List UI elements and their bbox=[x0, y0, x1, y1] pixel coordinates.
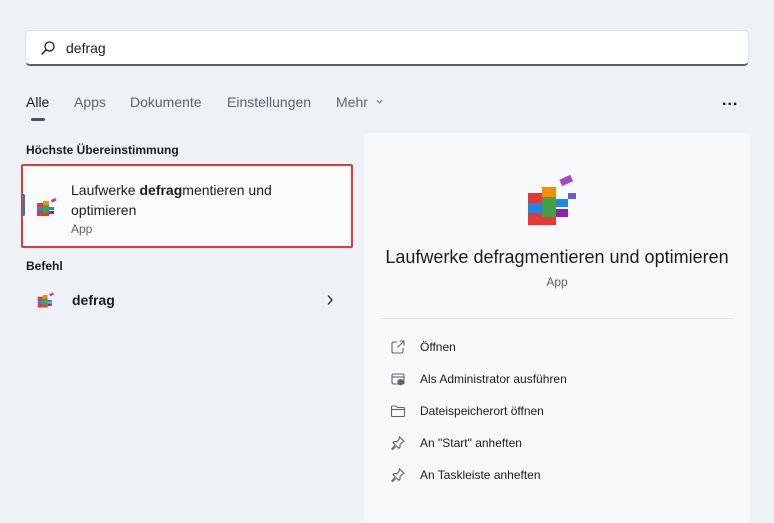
best-match-header: Höchste Übereinstimmung bbox=[26, 143, 179, 157]
command-result-defrag[interactable]: defrag bbox=[26, 284, 348, 316]
title-highlight: defrag bbox=[139, 182, 183, 198]
selection-accent bbox=[22, 194, 25, 216]
defrag-app-icon bbox=[37, 292, 54, 308]
defrag-app-icon bbox=[37, 197, 57, 216]
active-tab-indicator bbox=[31, 118, 45, 121]
tab-apps[interactable]: Apps bbox=[74, 94, 106, 110]
action-open-file-location-label: Dateispeicherort öffnen bbox=[420, 404, 544, 418]
divider bbox=[380, 318, 734, 319]
action-pin-to-start[interactable]: An "Start" anheften bbox=[390, 431, 720, 457]
tab-documents[interactable]: Dokumente bbox=[130, 94, 202, 110]
tab-settings[interactable]: Einstellungen bbox=[227, 94, 311, 110]
action-pin-to-taskbar-label: An Taskleiste anheften bbox=[420, 468, 541, 482]
search-query-text: defrag bbox=[66, 40, 106, 56]
action-pin-to-start-label: An "Start" anheften bbox=[420, 436, 522, 450]
pin-icon bbox=[391, 436, 405, 451]
action-run-as-admin-label: Als Administrator ausführen bbox=[420, 372, 567, 386]
action-open-label: Öffnen bbox=[420, 340, 456, 354]
tab-more-label: Mehr bbox=[336, 94, 368, 110]
command-label: defrag bbox=[72, 292, 115, 308]
chevron-down-icon bbox=[376, 99, 383, 104]
more-options-button[interactable]: ... bbox=[722, 92, 738, 110]
search-input[interactable]: defrag bbox=[25, 30, 749, 66]
command-header: Befehl bbox=[26, 259, 63, 273]
tab-more[interactable]: Mehr bbox=[336, 94, 383, 110]
folder-icon bbox=[390, 405, 406, 418]
pin-icon bbox=[391, 468, 405, 483]
best-match-type: App bbox=[71, 222, 93, 236]
action-pin-to-taskbar[interactable]: An Taskleiste anheften bbox=[390, 463, 720, 489]
best-match-result[interactable]: Laufwerke defragmentieren und optimieren… bbox=[21, 164, 353, 248]
tab-all[interactable]: Alle bbox=[26, 94, 49, 110]
action-run-as-admin[interactable]: Als Administrator ausführen bbox=[390, 367, 720, 393]
defrag-app-icon bbox=[528, 174, 576, 225]
search-icon bbox=[41, 41, 55, 55]
details-subtitle: App bbox=[546, 275, 568, 289]
details-title: Laufwerke defragmentieren und optimieren bbox=[385, 247, 729, 267]
chevron-right-icon[interactable] bbox=[326, 294, 334, 306]
shield-admin-icon bbox=[391, 373, 405, 386]
open-external-icon bbox=[391, 340, 405, 354]
title-prefix: Laufwerke bbox=[71, 182, 140, 198]
best-match-title: Laufwerke defragmentieren und optimieren bbox=[71, 180, 331, 220]
details-pane: Laufwerke defragmentieren und optimieren… bbox=[364, 133, 750, 523]
action-open[interactable]: Öffnen bbox=[390, 335, 720, 361]
action-open-file-location[interactable]: Dateispeicherort öffnen bbox=[390, 399, 720, 425]
